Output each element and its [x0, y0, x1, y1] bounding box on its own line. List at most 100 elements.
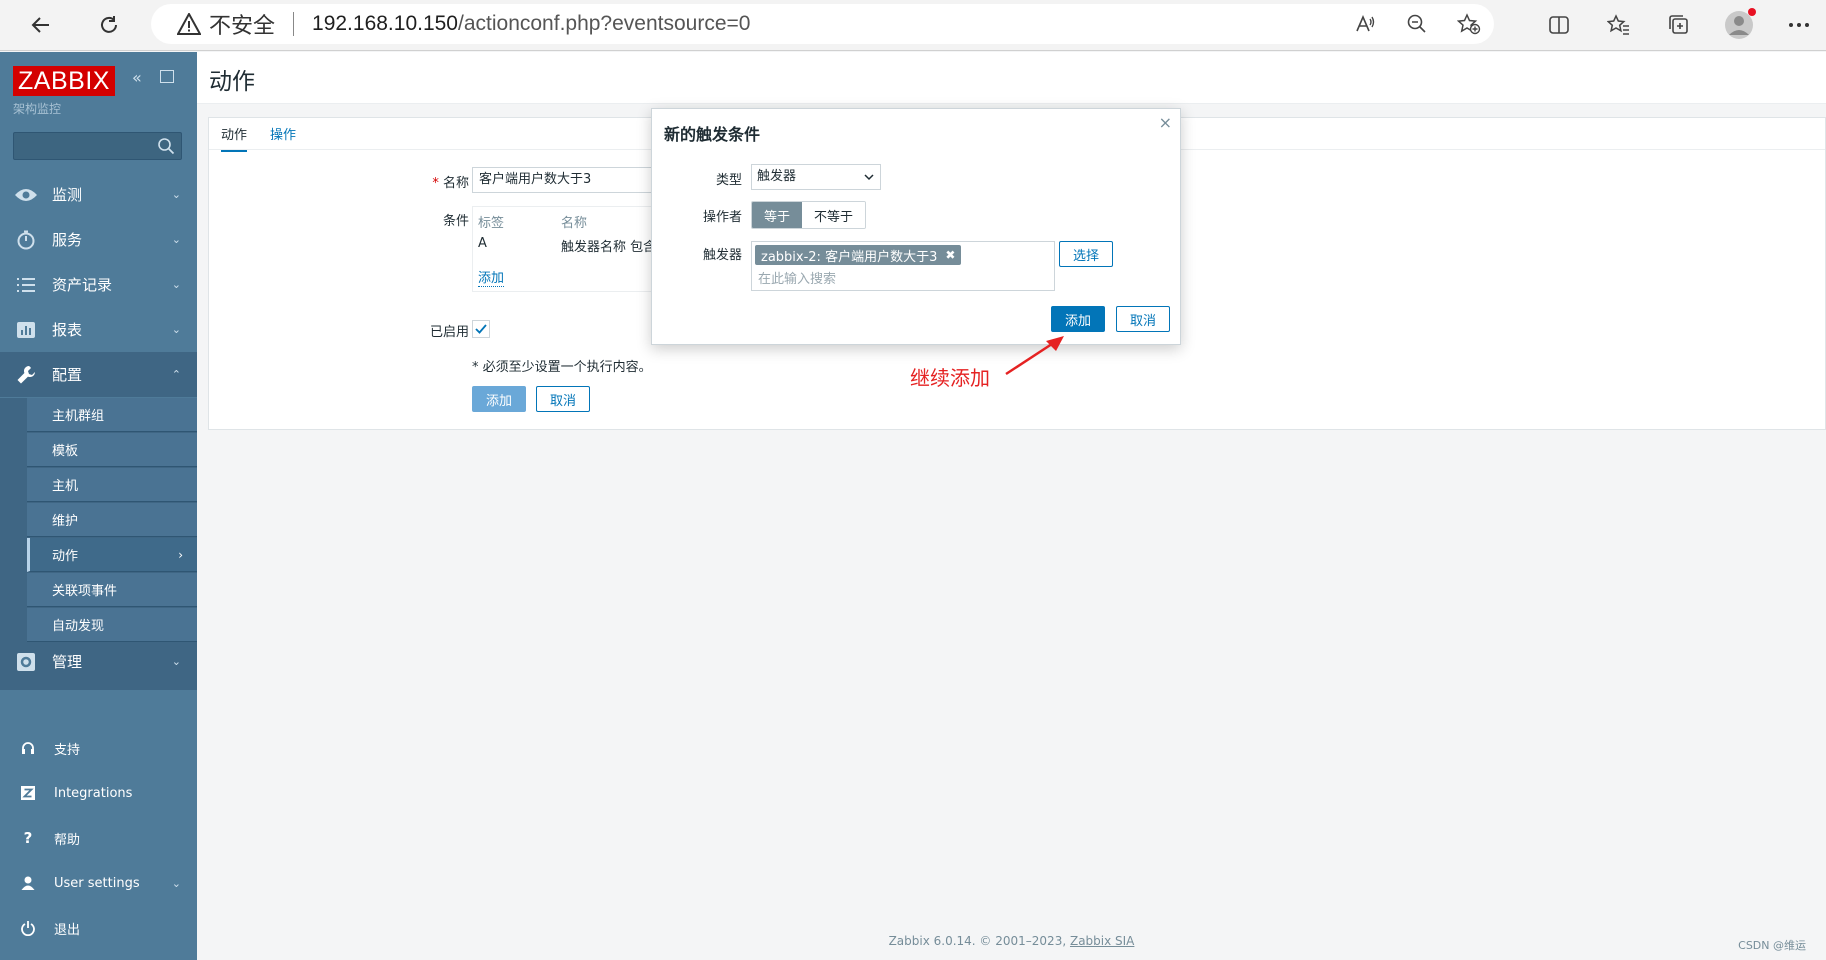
- trigger-tag: zabbix-2: 客户端用户数大于3 ✖: [755, 245, 962, 265]
- chevron-right-icon: ›: [178, 547, 183, 562]
- cond-row-label: A: [478, 236, 487, 251]
- trigger-multiselect[interactable]: zabbix-2: 客户端用户数大于3 ✖ 在此输入搜索: [751, 241, 1055, 291]
- sidebar-search-input[interactable]: [13, 132, 182, 160]
- menu-user-settings[interactable]: User settings ⌄: [0, 863, 197, 903]
- chevron-down-icon: ⌄: [171, 876, 181, 890]
- zabbix-logo[interactable]: ZABBIX: [13, 66, 115, 96]
- stopwatch-icon: [14, 228, 38, 252]
- eye-icon: [14, 183, 38, 207]
- favorites-icon[interactable]: [1604, 10, 1634, 40]
- select-button[interactable]: 选择: [1059, 241, 1113, 267]
- operator-not-equals[interactable]: 不等于: [802, 202, 866, 228]
- annotation-text: 继续添加: [910, 366, 990, 390]
- menu-help[interactable]: ? 帮助: [0, 818, 197, 858]
- menu-integrations[interactable]: Integrations: [0, 773, 197, 813]
- annotation-arrow: [1005, 336, 1064, 376]
- tab-action[interactable]: 动作: [221, 124, 248, 152]
- add-favorite-icon[interactable]: [1454, 9, 1484, 39]
- dialog-cancel-button[interactable]: 取消: [1116, 306, 1170, 332]
- add-button[interactable]: 添加: [472, 386, 526, 412]
- page-header: 动作: [197, 52, 1826, 104]
- cond-header-label: 标签: [478, 216, 505, 231]
- tab-operations[interactable]: 操作: [270, 124, 296, 143]
- required-note: * 必须至少设置一个执行内容。: [472, 360, 652, 375]
- check-icon: [475, 324, 487, 334]
- trigger-search-input[interactable]: 在此输入搜索: [758, 268, 836, 287]
- headset-icon: [18, 738, 38, 758]
- address-bar[interactable]: 不安全 192.168.10.150/actionconf.php?events…: [151, 4, 1494, 44]
- zoom-out-icon[interactable]: [1402, 9, 1432, 39]
- list-icon: [14, 273, 38, 297]
- menu-services[interactable]: 服务 ⌄: [0, 217, 197, 262]
- name-input[interactable]: 客户端用户数大于3: [472, 167, 672, 193]
- chevron-down-icon: ⌄: [171, 278, 181, 291]
- add-condition-link[interactable]: 添加: [478, 267, 505, 287]
- submenu-templates[interactable]: 模板: [27, 433, 197, 467]
- menu-configuration[interactable]: 配置 ⌃: [0, 352, 197, 397]
- enabled-label: 已启用: [429, 325, 469, 340]
- submenu-actions[interactable]: 动作 ›: [27, 538, 197, 572]
- submenu-event-correlation[interactable]: 关联项事件: [27, 573, 197, 607]
- more-menu-icon[interactable]: [1784, 10, 1814, 40]
- collapse-sidebar-icon[interactable]: «: [132, 68, 142, 87]
- trigger-label: 触发器: [702, 248, 742, 263]
- power-icon: [18, 918, 38, 938]
- submenu-discovery[interactable]: 自动发现: [27, 608, 197, 642]
- menu-sign-out[interactable]: 退出: [0, 908, 197, 948]
- page-title: 动作: [209, 69, 255, 95]
- z-icon: [18, 783, 38, 803]
- gear-icon: [14, 650, 38, 674]
- question-icon: ?: [23, 829, 33, 847]
- menu-reports[interactable]: 报表 ⌄: [0, 307, 197, 352]
- refresh-icon[interactable]: [92, 8, 126, 42]
- chevron-up-icon: ⌃: [171, 368, 181, 381]
- user-icon: [18, 873, 38, 893]
- enabled-checkbox[interactable]: [472, 320, 490, 338]
- submenu-host-groups[interactable]: 主机群组: [27, 398, 197, 432]
- menu-inventory[interactable]: 资产记录 ⌄: [0, 262, 197, 307]
- warning-icon: [177, 13, 201, 35]
- split-screen-icon[interactable]: [1544, 10, 1574, 40]
- type-select[interactable]: 触发器: [751, 164, 881, 190]
- operator-radio-group: 等于 不等于: [751, 201, 867, 229]
- address-separator: [293, 12, 295, 36]
- operator-label: 操作者: [702, 210, 742, 225]
- submenu-hosts[interactable]: 主机: [27, 468, 197, 502]
- conditions-label: 条件: [442, 214, 469, 229]
- profile-avatar-icon[interactable]: [1724, 8, 1756, 40]
- cancel-button[interactable]: 取消: [536, 386, 590, 412]
- cond-header-name: 名称: [561, 216, 588, 231]
- close-icon[interactable]: ×: [1159, 113, 1172, 132]
- dialog-title: 新的触发条件: [664, 125, 761, 144]
- collections-icon[interactable]: [1664, 10, 1694, 40]
- browser-toolbar: 不安全 192.168.10.150/actionconf.php?events…: [0, 0, 1826, 51]
- menu-support[interactable]: 支持: [0, 728, 197, 768]
- conditions-table: 标签 名称 A 触发器名称 包含 添加: [472, 206, 672, 292]
- wrench-icon: [14, 363, 38, 387]
- chevron-down-icon: ⌄: [171, 323, 181, 336]
- operator-equals[interactable]: 等于: [752, 202, 803, 228]
- back-icon[interactable]: [24, 8, 58, 42]
- new-condition-dialog: 新的触发条件 × 类型 触发器 操作者 等于 不等于 触发器 zabbix-2:…: [651, 108, 1181, 345]
- chevron-down-icon: ⌄: [171, 233, 181, 246]
- cond-row-name: 触发器名称 包含: [561, 240, 657, 255]
- sidebar: ZABBIX « 架构监控 监测 ⌄ 服务 ⌄ 资产记录 ⌄ 报表 ⌄ 配置 ⌃…: [0, 52, 197, 960]
- search-icon[interactable]: [157, 137, 175, 159]
- required-mark: *: [432, 176, 443, 191]
- chevron-down-icon: ⌄: [171, 188, 181, 201]
- read-aloud-icon[interactable]: [1350, 9, 1380, 39]
- watermark: CSDN @维运: [1738, 939, 1806, 952]
- server-name: 架构监控: [13, 102, 62, 116]
- remove-tag-icon[interactable]: ✖: [945, 248, 955, 262]
- menu-administration[interactable]: 管理 ⌄: [0, 639, 197, 684]
- security-label: 不安全: [209, 14, 276, 39]
- dialog-add-button[interactable]: 添加: [1051, 306, 1105, 332]
- security-warning[interactable]: 不安全: [177, 8, 275, 40]
- submenu-maintenance[interactable]: 维护: [27, 503, 197, 537]
- footer-link[interactable]: Zabbix SIA: [1070, 934, 1134, 948]
- chevron-down-icon: [864, 165, 874, 198]
- url-text: 192.168.10.150/actionconf.php?eventsourc…: [312, 12, 751, 35]
- kiosk-mode-icon[interactable]: [160, 70, 174, 83]
- bar-chart-icon: [14, 318, 38, 342]
- menu-monitoring[interactable]: 监测 ⌄: [0, 172, 197, 217]
